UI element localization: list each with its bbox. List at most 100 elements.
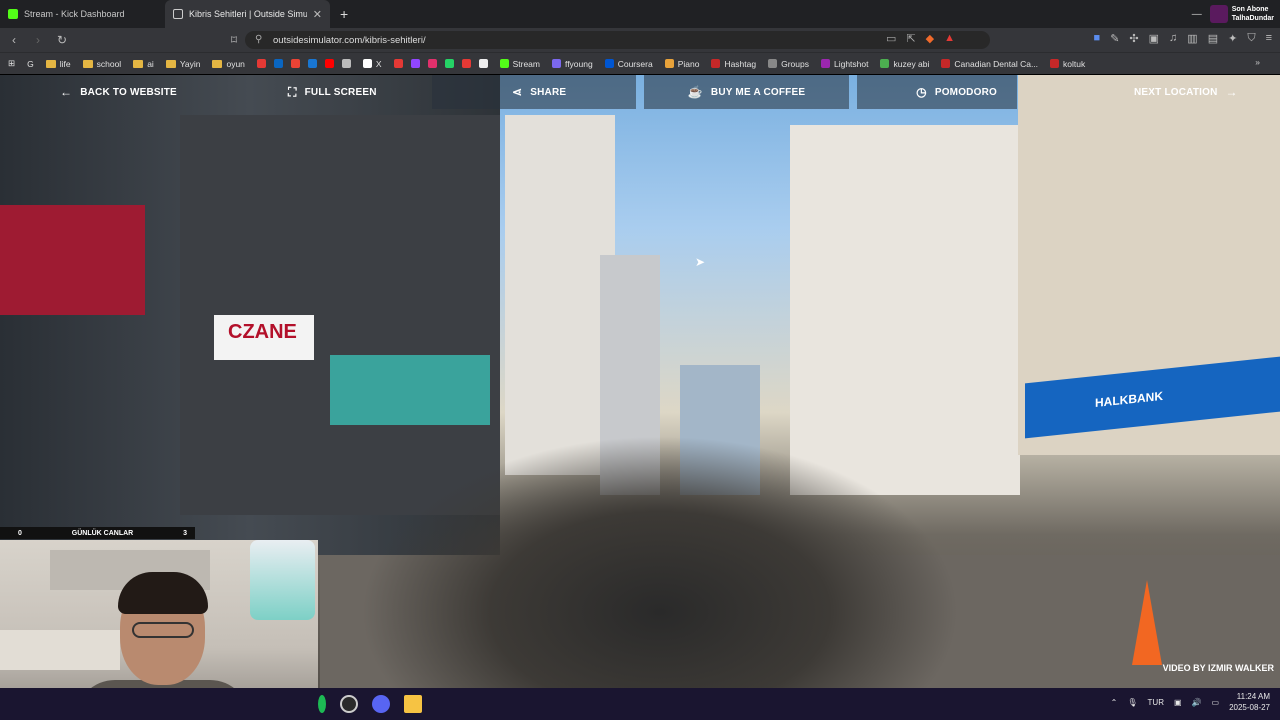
external-link-icon <box>173 9 183 19</box>
mouse-cursor-icon: ➤ <box>695 255 706 269</box>
bookmark-folder[interactable]: school <box>82 59 121 69</box>
language-indicator[interactable]: TUR <box>1148 698 1164 707</box>
screenshot-icon[interactable]: ▣ <box>1149 32 1159 45</box>
coursera-icon <box>604 59 614 68</box>
linkedin-icon[interactable] <box>273 59 283 68</box>
camera-icon[interactable] <box>307 59 317 68</box>
bookmark-ffyoung[interactable]: ffyoung <box>551 59 593 69</box>
bookmark-koltuk[interactable]: koltuk <box>1050 59 1085 69</box>
back-to-website-button[interactable]: ← BACK TO WEBSITE <box>60 75 210 109</box>
groups-icon <box>768 59 778 68</box>
file-explorer-icon[interactable] <box>404 695 422 713</box>
folder-icon <box>45 59 56 68</box>
google-icon[interactable]: G <box>27 59 34 69</box>
share-button[interactable]: ⋖ SHARE <box>432 75 636 109</box>
chevron-up-icon[interactable]: ⌃ <box>1111 698 1118 707</box>
sidebar-icon[interactable]: ▥ <box>1187 32 1197 45</box>
youtube-icon[interactable] <box>256 59 266 68</box>
last-subscriber-overlay: Son Abone TalhaDundar <box>1209 5 1274 23</box>
bookmark-stream[interactable]: Stream <box>499 59 540 69</box>
bookmark-folder[interactable]: oyun <box>212 59 245 69</box>
chrome-icon[interactable] <box>341 59 351 68</box>
fullscreen-icon: ⛶ <box>288 84 297 99</box>
media-icon[interactable]: ♫ <box>1169 32 1177 45</box>
spotify-icon[interactable] <box>318 695 326 713</box>
back-icon[interactable]: ‹ <box>4 33 24 47</box>
network-icon[interactable]: ▣ <box>1174 698 1182 707</box>
right-count: 3 <box>183 529 187 537</box>
fullscreen-button[interactable]: ⛶ FULL SCREEN <box>288 75 408 109</box>
site-nav: ← BACK TO WEBSITE ⛶ FULL SCREEN ⋖ SHARE … <box>0 75 1280 111</box>
pomodoro-button[interactable]: ◷ POMODORO <box>857 75 1017 109</box>
bookmark-folder[interactable]: Yayin <box>165 59 200 69</box>
bookmark-lightshot[interactable]: Lightshot <box>820 59 868 69</box>
opera-icon[interactable] <box>393 59 403 68</box>
gmail-icon[interactable] <box>290 59 300 68</box>
subscriber-name: TalhaDundar <box>1231 15 1274 22</box>
volume-icon[interactable]: 🔊 <box>1192 698 1202 707</box>
extension-icon[interactable]: ■ <box>1094 32 1101 45</box>
x-icon <box>362 59 372 68</box>
next-location-button[interactable]: NEXT LOCATION → <box>1134 75 1274 109</box>
coffee-cup-icon: ☕ <box>687 85 703 99</box>
ffyoung-icon <box>551 59 561 68</box>
tumblr-icon[interactable] <box>461 59 471 68</box>
clock[interactable]: 11:24 AM 2025-08-27 <box>1229 691 1270 713</box>
close-tab-icon[interactable]: ✕ <box>313 8 322 21</box>
pedestrian-crowd <box>360 435 960 688</box>
vpn-icon[interactable]: ⛉ <box>1247 32 1255 45</box>
folder-icon <box>133 59 144 68</box>
site-info-icon[interactable]: ⚲ <box>255 34 262 45</box>
youtube-icon[interactable] <box>324 59 334 68</box>
wallet-icon[interactable]: ▤ <box>1208 32 1218 45</box>
piano-icon <box>664 59 674 68</box>
bookmark-icon[interactable]: ⌑ <box>224 33 244 47</box>
amazon-icon[interactable] <box>478 59 488 68</box>
bookmark-folder[interactable]: life <box>45 59 71 69</box>
kitchen-counter <box>0 630 120 670</box>
whatsapp-icon[interactable] <box>444 59 454 68</box>
battery-icon[interactable]: ▭ <box>1212 698 1220 707</box>
tab-outside-simulator[interactable]: Kibris Sehitleri | Outside Simu ✕ <box>165 0 330 28</box>
bookmark-hashtag[interactable]: Hashtag <box>711 59 756 69</box>
bookmark-groups[interactable]: Groups <box>768 59 809 69</box>
streamer-hair <box>118 572 208 614</box>
apps-grid-icon[interactable]: ⊞ <box>8 58 15 69</box>
pen-icon[interactable]: ✎ <box>1110 32 1119 45</box>
puzzle-icon[interactable]: ✣ <box>1129 32 1138 45</box>
new-tab-button[interactable]: + <box>340 6 348 22</box>
bookmark-canadian-dental[interactable]: Canadian Dental Ca... <box>941 59 1038 69</box>
folder-icon <box>212 59 223 68</box>
green-shop-sign <box>330 355 490 425</box>
url-text: outsidesimulator.com/kibris-sehitleri/ <box>273 34 426 46</box>
tab-kick-dashboard[interactable]: Stream - Kick Dashboard <box>0 0 165 28</box>
bookmarks-bar: ⊞ G life school ai Yayin oyun X Stream f… <box>0 52 1280 74</box>
menu-icon[interactable]: ≡ <box>1266 32 1272 45</box>
address-bar[interactable]: ⚲ outsidesimulator.com/kibris-sehitleri/ <box>245 31 990 49</box>
microphone-icon[interactable]: 🎙 <box>1127 698 1137 707</box>
instagram-icon[interactable] <box>427 59 437 68</box>
bookmark-site-icons <box>256 59 351 68</box>
warning-icon[interactable]: ▲ <box>944 32 955 45</box>
bookmark-coursera[interactable]: Coursera <box>604 59 653 69</box>
folder-icon <box>82 59 93 68</box>
bookmark-x[interactable]: X <box>362 59 382 69</box>
drive-icon <box>880 59 890 68</box>
reload-icon[interactable]: ↻ <box>52 33 72 47</box>
cast-icon[interactable]: ▭ <box>886 32 896 45</box>
bookmark-folder[interactable]: ai <box>133 59 154 69</box>
bookmark-kuzey-abi[interactable]: kuzey abi <box>880 59 929 69</box>
discord-icon[interactable] <box>372 695 390 713</box>
ai-icon[interactable]: ✦ <box>1228 32 1237 45</box>
forward-icon[interactable]: › <box>28 33 48 47</box>
minimize-icon[interactable]: — <box>1192 9 1202 20</box>
buy-me-a-coffee-button[interactable]: ☕ BUY ME A COFFEE <box>644 75 849 109</box>
obs-icon[interactable] <box>340 695 358 713</box>
bookmark-piano[interactable]: Piano <box>664 59 699 69</box>
more-bookmarks-icon[interactable]: » <box>1255 57 1260 67</box>
koltuk-icon <box>1050 59 1060 68</box>
share-page-icon[interactable]: ⇱ <box>906 32 915 45</box>
traffic-cone <box>1132 580 1162 665</box>
brave-shield-icon[interactable]: ◆ <box>926 32 934 45</box>
twitch-icon[interactable] <box>410 59 420 68</box>
